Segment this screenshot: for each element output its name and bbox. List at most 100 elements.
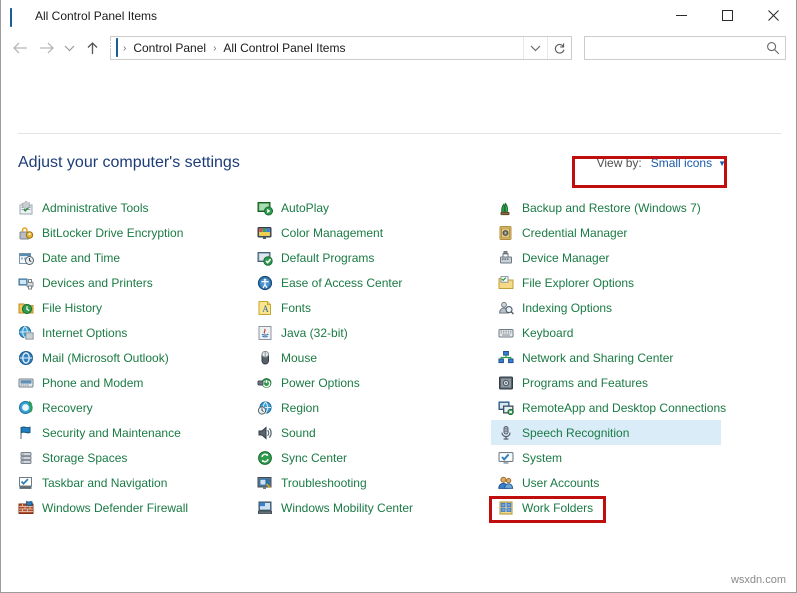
control-panel-item-label: Phone and Modem (42, 376, 143, 390)
keyboard-icon (498, 325, 514, 341)
control-panel-item-label: Ease of Access Center (281, 276, 402, 290)
control-panel-item[interactable]: Keyboard (491, 320, 741, 345)
view-by-value[interactable]: Small icons (651, 156, 712, 170)
control-panel-item[interactable]: Mouse (250, 345, 490, 370)
file-history-icon (18, 300, 34, 316)
control-panel-item[interactable]: AutoPlay (250, 195, 490, 220)
control-panel-item-label: Recovery (42, 401, 93, 415)
window-title: All Control Panel Items (35, 9, 157, 23)
control-panel-item[interactable]: File Explorer Options (491, 270, 741, 295)
user-accounts-icon (498, 475, 514, 491)
control-panel-item-label: AutoPlay (281, 201, 329, 215)
control-panel-item[interactable]: Internet Options (11, 320, 241, 345)
control-panel-item-label: Fonts (281, 301, 311, 315)
control-panel-item[interactable]: Sound (250, 420, 490, 445)
file-explorer-options-icon (498, 275, 514, 291)
storage-spaces-icon (18, 450, 34, 466)
control-panel-item[interactable]: Java (32-bit) (250, 320, 490, 345)
address-control-panel-icon (116, 39, 118, 57)
search-box[interactable] (584, 36, 786, 60)
control-panel-item[interactable]: Color Management (250, 220, 490, 245)
control-panel-item[interactable]: Taskbar and Navigation (11, 470, 241, 495)
control-panel-item-label: Sync Center (281, 451, 347, 465)
speech-recognition-icon (498, 425, 514, 441)
search-icon[interactable] (761, 37, 785, 59)
maximize-button[interactable] (704, 0, 750, 31)
control-panel-item[interactable]: RemoteApp and Desktop Connections (491, 395, 741, 420)
control-panel-item[interactable]: User Accounts (491, 470, 741, 495)
control-panel-item-label: Java (32-bit) (281, 326, 348, 340)
maximize-icon (722, 10, 733, 21)
search-input[interactable] (585, 40, 761, 56)
control-panel-item[interactable]: File History (11, 295, 241, 320)
control-panel-item-label: Taskbar and Navigation (42, 476, 167, 490)
control-panel-item[interactable]: Troubleshooting (250, 470, 490, 495)
refresh-button[interactable] (547, 37, 571, 59)
control-panel-item[interactable]: Sync Center (250, 445, 490, 470)
caption-buttons (658, 0, 796, 31)
control-panel-item[interactable]: Programs and Features (491, 370, 741, 395)
fonts-icon: A (257, 300, 273, 316)
control-panel-item[interactable]: Default Programs (250, 245, 490, 270)
control-panel-item[interactable]: Work Folders (491, 495, 741, 520)
windows-defender-firewall-icon (18, 500, 34, 516)
control-panel-item[interactable]: Phone and Modem (11, 370, 241, 395)
control-panel-item-label: Work Folders (522, 501, 593, 515)
control-panel-item[interactable]: Windows Defender Firewall (11, 495, 241, 520)
control-panel-item-label: Security and Maintenance (42, 426, 181, 440)
control-panel-item[interactable]: Administrative Tools (11, 195, 241, 220)
control-panel-item[interactable]: Network and Sharing Center (491, 345, 741, 370)
close-icon (768, 10, 779, 21)
device-manager-icon (498, 250, 514, 266)
control-panel-item-label: Windows Defender Firewall (42, 501, 188, 515)
back-button[interactable] (7, 35, 33, 61)
control-panel-item[interactable]: Mail (Microsoft Outlook) (11, 345, 241, 370)
control-panel-item[interactable]: Windows Mobility Center (250, 495, 490, 520)
control-panel-item[interactable]: Region (250, 395, 490, 420)
chevron-down-icon (64, 44, 75, 52)
minimize-button[interactable] (658, 0, 704, 31)
content-area: Adjust your computer's settings View by:… (1, 64, 796, 592)
page-title: Adjust your computer's settings (18, 154, 240, 172)
control-panel-item-label: Network and Sharing Center (522, 351, 673, 365)
control-panel-item[interactable]: Power Options (250, 370, 490, 395)
address-bar[interactable]: › Control Panel › All Control Panel Item… (110, 36, 572, 60)
view-by-control[interactable]: View by: Small icons ▼ (597, 156, 726, 170)
control-panel-item[interactable]: Date and Time (11, 245, 241, 270)
back-arrow-icon (12, 41, 29, 55)
control-panel-item[interactable]: Security and Maintenance (11, 420, 241, 445)
chevron-down-icon[interactable]: ▼ (718, 159, 726, 168)
control-panel-item[interactable]: Backup and Restore (Windows 7) (491, 195, 741, 220)
control-panel-item-label: Backup and Restore (Windows 7) (522, 201, 701, 215)
control-panel-item[interactable]: Speech Recognition (491, 420, 721, 445)
control-panel-item[interactable]: Ease of Access Center (250, 270, 490, 295)
date-and-time-icon (18, 250, 34, 266)
forward-button[interactable] (33, 35, 59, 61)
watermark: wsxdn.com (731, 574, 786, 586)
control-panel-item[interactable]: Devices and Printers (11, 270, 241, 295)
breadcrumb-all-control-panel-items[interactable]: All Control Panel Items (221, 41, 347, 55)
control-panel-item[interactable]: BitLocker Drive Encryption (11, 220, 241, 245)
bitlocker-icon (18, 225, 34, 241)
close-button[interactable] (750, 0, 796, 31)
control-panel-item[interactable]: Indexing Options (491, 295, 741, 320)
address-dropdown-button[interactable] (523, 37, 547, 59)
control-panel-item[interactable]: A Fonts (250, 295, 490, 320)
security-and-maintenance-icon (18, 425, 34, 441)
control-panel-item[interactable]: Credential Manager (491, 220, 741, 245)
recent-locations-button[interactable] (59, 35, 79, 61)
control-panel-item[interactable]: System (491, 445, 741, 470)
control-panel-item-label: Speech Recognition (522, 426, 629, 440)
up-button[interactable] (79, 35, 105, 61)
control-panel-item[interactable]: Device Manager (491, 245, 741, 270)
control-panel-item-label: Region (281, 401, 319, 415)
refresh-icon (553, 42, 566, 55)
control-panel-item[interactable]: Recovery (11, 395, 241, 420)
control-panel-item-label: Sound (281, 426, 316, 440)
minimize-icon (676, 10, 687, 21)
control-panel-item[interactable]: Storage Spaces (11, 445, 241, 470)
control-panel-item-label: Power Options (281, 376, 360, 390)
breadcrumb-control-panel[interactable]: Control Panel (131, 41, 208, 55)
control-panel-item-label: Mail (Microsoft Outlook) (42, 351, 169, 365)
system-icon (498, 450, 514, 466)
